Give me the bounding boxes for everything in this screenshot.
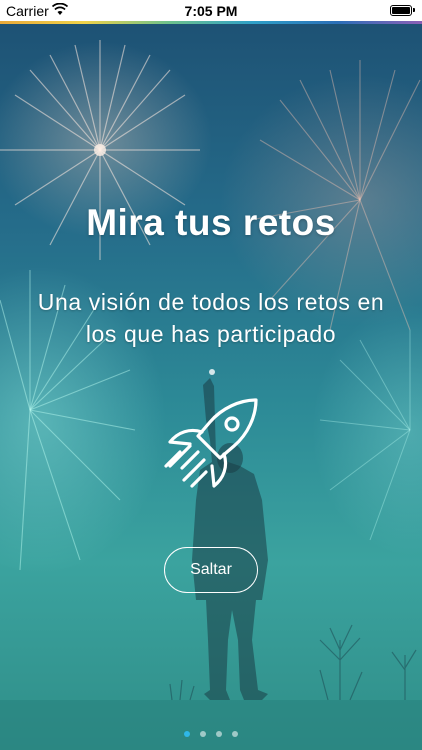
page-title: Mira tus retos	[86, 202, 336, 243]
status-bar: Carrier 7:05 PM	[0, 0, 422, 22]
page-dot-3[interactable]	[216, 731, 222, 737]
page-dot-2[interactable]	[200, 731, 206, 737]
page-dot-1[interactable]	[184, 731, 190, 737]
page-indicator[interactable]	[0, 731, 422, 737]
person-silhouette	[0, 378, 422, 750]
battery-icon	[390, 5, 415, 16]
status-time: 7:05 PM	[184, 3, 238, 19]
page-subtitle: Una visión de todos los retos en los que…	[37, 289, 385, 347]
brand-color-strip	[0, 21, 422, 24]
rocket-icon	[164, 398, 258, 488]
onboarding-screen: Carrier 7:05 PM Mira tus retos Una visió…	[0, 0, 422, 750]
skip-button[interactable]: Saltar	[164, 547, 258, 593]
page-dot-4[interactable]	[232, 731, 238, 737]
